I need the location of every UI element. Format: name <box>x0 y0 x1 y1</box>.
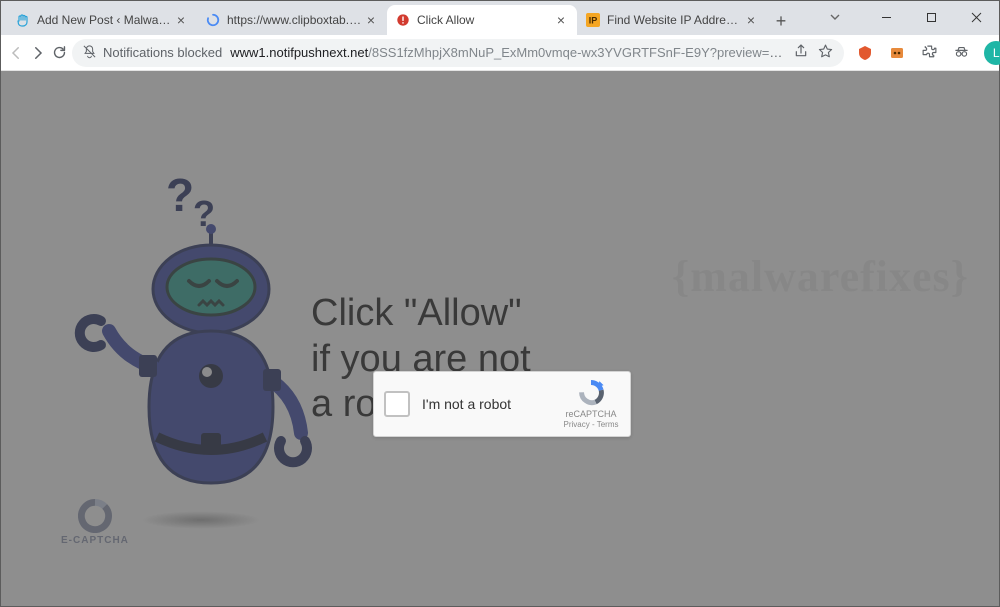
close-icon[interactable]: × <box>363 12 379 28</box>
svg-text:IP: IP <box>589 16 598 26</box>
profile-letter: L <box>993 46 1000 60</box>
recaptcha-icon <box>576 379 606 407</box>
maximize-button[interactable] <box>909 0 954 34</box>
extension-icon-1[interactable] <box>856 44 874 62</box>
tab-2[interactable]: Click Allow × <box>387 5 577 35</box>
incognito-icon[interactable] <box>952 44 970 62</box>
tab-1[interactable]: https://www.clipboxtab.com/ir × <box>197 5 387 35</box>
url-host: www1.notifpushnext.net <box>230 45 368 60</box>
recaptcha-links[interactable]: Privacy - Terms <box>564 420 619 429</box>
forward-button[interactable] <box>29 39 47 67</box>
dim-overlay <box>1 71 999 606</box>
tab-title: Click Allow <box>417 13 553 27</box>
ip-icon: IP <box>585 12 601 28</box>
close-window-button[interactable] <box>954 0 999 34</box>
red-dot-icon <box>395 12 411 28</box>
spinner-icon <box>205 12 221 28</box>
minimize-button[interactable] <box>864 0 909 34</box>
recaptcha-brand: reCAPTCHA <box>565 409 616 419</box>
close-icon[interactable]: × <box>173 12 189 28</box>
close-icon[interactable]: × <box>743 12 759 28</box>
tab-title: Add New Post ‹ MalwareFixes <box>37 13 173 27</box>
recaptcha-branding: reCAPTCHA Privacy - Terms <box>562 379 620 429</box>
extensions-puzzle-icon[interactable] <box>920 44 938 62</box>
notif-chip-label: Notifications blocked <box>103 45 222 60</box>
back-button[interactable] <box>7 39 25 67</box>
hand-icon <box>15 12 31 28</box>
extension-icon-2[interactable] <box>888 44 906 62</box>
url-path: /8SS1fzMhpjX8mNuP_ExMm0vmqe-wx3YVGRTFSnF… <box>368 45 785 60</box>
tab-0[interactable]: Add New Post ‹ MalwareFixes × <box>7 5 197 35</box>
close-icon[interactable]: × <box>553 12 569 28</box>
tab-title: Find Website IP Address, Get S <box>607 13 743 27</box>
recaptcha-widget: I'm not a robot reCAPTCHA Privacy - Term… <box>373 371 631 437</box>
star-icon[interactable] <box>817 43 834 63</box>
notification-blocked-chip[interactable]: Notifications blocked <box>82 44 222 62</box>
reload-button[interactable] <box>51 39 68 67</box>
page-content: {malwarefixes} ? ? <box>1 71 999 606</box>
browser-window: Add New Post ‹ MalwareFixes × https://ww… <box>0 0 1000 607</box>
profile-avatar[interactable]: L <box>984 41 1000 65</box>
recaptcha-checkbox[interactable] <box>384 391 410 417</box>
tab-3[interactable]: IP Find Website IP Address, Get S × <box>577 5 767 35</box>
window-controls <box>864 0 999 34</box>
bell-off-icon <box>82 44 97 62</box>
share-icon[interactable] <box>793 43 809 62</box>
chevron-down-icon[interactable] <box>818 0 852 34</box>
recaptcha-label: I'm not a robot <box>422 396 562 412</box>
url-display: www1.notifpushnext.net/8SS1fzMhpjX8mNuP_… <box>230 45 785 60</box>
address-bar-row: Notifications blocked www1.notifpushnext… <box>1 35 999 71</box>
tab-title: https://www.clipboxtab.com/ir <box>227 13 363 27</box>
address-bar[interactable]: Notifications blocked www1.notifpushnext… <box>72 39 844 67</box>
new-tab-button[interactable]: + <box>767 7 795 35</box>
toolbar-actions: L <box>856 41 1000 65</box>
